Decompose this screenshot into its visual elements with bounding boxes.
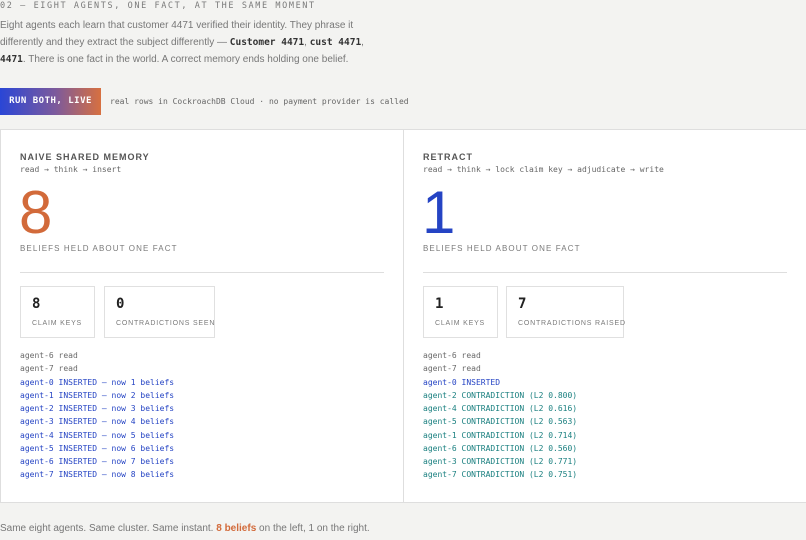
beliefs-count: 1: [422, 179, 456, 246]
run-note: real rows in CockroachDB Cloud · no paym…: [110, 97, 409, 106]
log-line: agent-6 INSERTED — now 7 beliefs: [20, 457, 175, 466]
intro-code-cust: cust 4471: [309, 37, 362, 48]
event-log: agent-6 read agent-7 read agent-0 INSERT…: [423, 349, 577, 482]
stat-card-contradictions: 7 CONTRADICTIONS RAISED: [506, 286, 626, 338]
log-line: agent-3 INSERTED — now 4 beliefs: [20, 417, 175, 427]
log-line: agent-6 read: [20, 351, 78, 360]
log-line: agent-0 INSERTED — now 1 beliefs: [20, 377, 175, 387]
stat-card-claim-keys: 8 CLAIM KEYS: [20, 286, 95, 338]
log-line: agent-6 read: [423, 351, 481, 360]
beliefs-label: BELIEFS HELD ABOUT ONE FACT: [423, 244, 581, 253]
column-pipeline: read → think → insert: [20, 165, 122, 174]
stat-label: CLAIM KEYS: [32, 320, 83, 327]
footer-text-end: on the left, 1 on the right.: [256, 523, 370, 534]
log-line: agent-0 INSERTED: [423, 377, 501, 387]
retract-column: RETRACT read → think → lock claim key → …: [404, 130, 806, 502]
event-log: agent-6 read agent-7 read agent-0 INSERT…: [20, 349, 174, 482]
log-line: agent-1 INSERTED — now 2 beliefs: [20, 390, 175, 400]
log-line: agent-7 CONTRADICTION (L2 0.751): [423, 470, 578, 480]
summary-footer: Same eight agents. Same cluster. Same in…: [0, 523, 370, 534]
log-line: agent-4 INSERTED — now 5 beliefs: [20, 430, 175, 440]
column-title: NAIVE SHARED MEMORY: [20, 152, 150, 162]
log-line: agent-5 INSERTED — now 6 beliefs: [20, 443, 175, 453]
log-line: agent-2 INSERTED — now 3 beliefs: [20, 404, 175, 413]
beliefs-label: BELIEFS HELD ABOUT ONE FACT: [20, 244, 178, 253]
stat-card-claim-keys: 1 CLAIM KEYS: [423, 286, 498, 338]
divider: [423, 272, 787, 273]
stat-value: 0: [116, 296, 125, 312]
stat-value: 7: [518, 296, 527, 312]
log-line: agent-7 read: [423, 364, 481, 374]
footer-highlight: 8 beliefs: [216, 523, 257, 534]
intro-text-end: . There is one fact in the world. A corr…: [22, 54, 349, 65]
intro-separator: ,: [361, 37, 364, 48]
divider: [20, 272, 384, 273]
log-line: agent-6 CONTRADICTION (L2 0.560): [423, 443, 578, 453]
section-eyebrow: 02 — EIGHT AGENTS, ONE FACT, AT THE SAME…: [0, 1, 316, 11]
log-line: agent-4 CONTRADICTION (L2 0.616): [423, 404, 578, 413]
stat-label: CLAIM KEYS: [435, 320, 486, 327]
log-line: agent-7 read: [20, 364, 78, 374]
comparison-panel: NAIVE SHARED MEMORY read → think → inser…: [0, 129, 806, 503]
footer-text: Same eight agents. Same cluster. Same in…: [0, 523, 217, 534]
column-title: RETRACT: [423, 152, 473, 162]
log-line: agent-5 CONTRADICTION (L2 0.563): [423, 417, 578, 427]
run-both-live-button[interactable]: RUN BOTH, LIVE: [0, 88, 101, 115]
log-line: agent-3 CONTRADICTION (L2 0.771): [423, 457, 578, 466]
log-line: agent-7 INSERTED — now 8 beliefs: [20, 470, 175, 480]
intro-code-id: 4471: [0, 54, 23, 65]
beliefs-count: 8: [19, 179, 53, 246]
stat-label: CONTRADICTIONS RAISED: [518, 320, 626, 327]
column-pipeline: read → think → lock claim key → adjudica…: [423, 165, 664, 174]
stat-card-contradictions: 0 CONTRADICTIONS SEEN: [104, 286, 215, 338]
log-line: agent-1 CONTRADICTION (L2 0.714): [423, 430, 578, 440]
stat-value: 1: [435, 296, 444, 312]
stat-value: 8: [32, 296, 41, 312]
stat-label: CONTRADICTIONS SEEN: [116, 320, 216, 327]
intro-paragraph: Eight agents each learn that customer 44…: [0, 17, 372, 68]
log-line: agent-2 CONTRADICTION (L2 0.800): [423, 390, 578, 400]
naive-memory-column: NAIVE SHARED MEMORY read → think → inser…: [1, 130, 404, 502]
intro-code-customer: Customer 4471: [229, 37, 305, 48]
